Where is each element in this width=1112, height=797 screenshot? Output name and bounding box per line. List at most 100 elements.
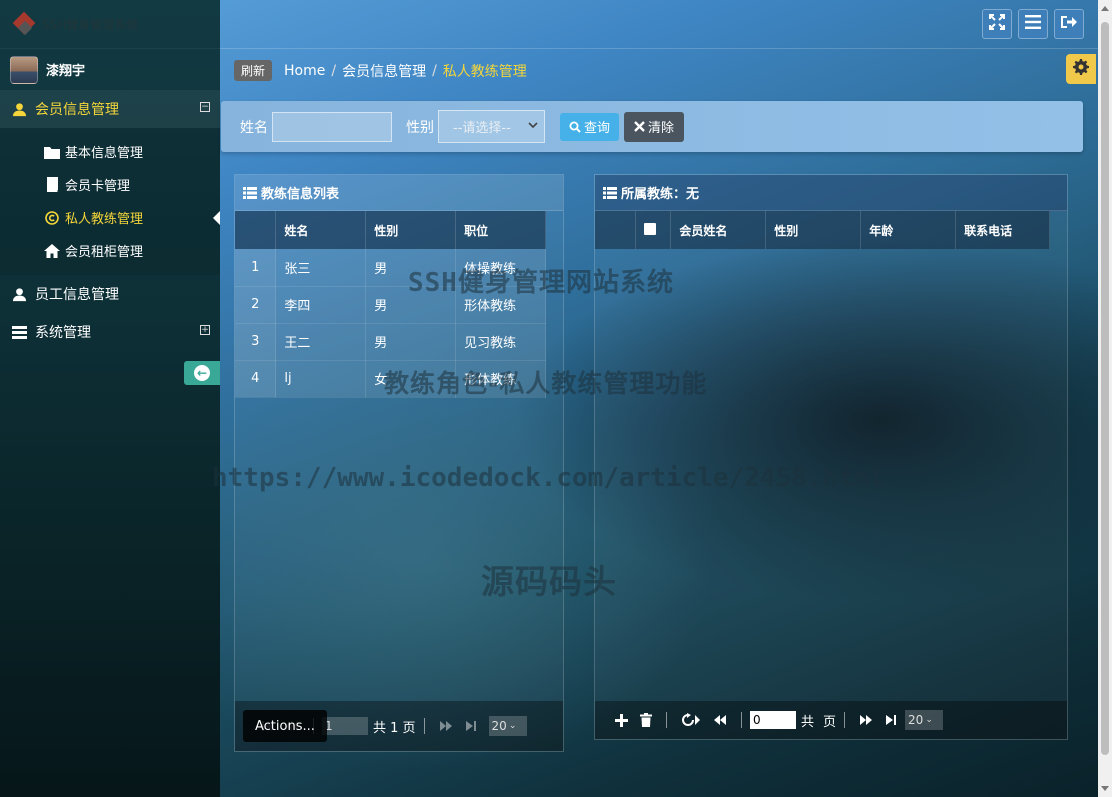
actions-popup[interactable]: Actions...	[243, 710, 327, 742]
scrollbar-thumb[interactable]	[1101, 22, 1109, 755]
submenu-member-info: 基本信息管理 会员卡管理 私人教练管理 会员租柜管理	[0, 128, 220, 275]
column-header-position[interactable]: 职位	[455, 211, 546, 249]
refresh-icon[interactable]	[681, 713, 701, 727]
clear-label: 清除	[648, 121, 675, 136]
cell-position: 形体教练	[455, 286, 546, 324]
menu-button[interactable]	[1018, 9, 1048, 39]
add-icon[interactable]	[615, 713, 628, 727]
clear-button[interactable]: 清除	[624, 111, 685, 142]
cell-gender: 男	[365, 323, 457, 361]
rownum-header	[235, 211, 277, 249]
table-row[interactable]: 2 李四 男 形体教练	[235, 286, 546, 324]
cell-gender: 男	[365, 249, 457, 287]
sidebar-group-staff-info[interactable]: 员工信息管理	[0, 275, 220, 313]
logo-icon	[12, 11, 38, 37]
query-button[interactable]: 查询	[560, 112, 620, 141]
name-label: 姓名	[240, 119, 268, 136]
book-icon	[44, 177, 60, 192]
fullscreen-icon	[989, 14, 1005, 34]
next-page-icon[interactable]	[439, 720, 453, 732]
sidebar-item-basic-info[interactable]: 基本信息管理	[0, 135, 220, 168]
sidebar-group-label: 会员信息管理	[35, 102, 119, 118]
column-header-member-name[interactable]: 会员姓名	[670, 211, 767, 249]
coach-list-panel: 教练信息列表 姓名 性别 职位 1 张三 男 体操教练 2 李四 男 形体教练	[234, 174, 564, 752]
sidebar-group-label: 员工信息管理	[35, 287, 119, 303]
logo-text: SSH健身管理系统	[42, 17, 139, 32]
column-header-phone[interactable]: 联系电话	[955, 211, 1050, 249]
select-all-header[interactable]	[635, 211, 672, 249]
page-scrollbar[interactable]	[1098, 0, 1112, 797]
member-table: 会员姓名 性别 年龄 联系电话	[595, 211, 1050, 249]
column-header-gender[interactable]: 性别	[765, 211, 862, 249]
sidebar-group-system[interactable]: 系统管理 +	[0, 313, 220, 351]
coach-table: 姓名 性别 职位 1 张三 男 体操教练 2 李四 男 形体教练 3 王二 男	[235, 211, 546, 398]
gender-select-value: --请选择--	[453, 121, 511, 136]
page-size-select[interactable]: 20 ⌄	[905, 710, 944, 730]
user-icon	[10, 102, 28, 117]
previous-page-icon[interactable]	[713, 714, 727, 726]
close-icon	[634, 121, 645, 132]
breadcrumb-separator: /	[331, 62, 337, 79]
cell-position: 见习教练	[455, 323, 546, 361]
cell-gender: 男	[365, 286, 457, 324]
row-number: 4	[235, 360, 277, 398]
column-header-age[interactable]: 年龄	[860, 211, 957, 249]
scroll-up-icon[interactable]	[1101, 6, 1109, 11]
gender-select[interactable]: --请选择--	[438, 110, 545, 143]
sidebar-item-member-card[interactable]: 会员卡管理	[0, 168, 220, 201]
column-header-gender[interactable]: 性别	[365, 211, 457, 249]
avatar[interactable]	[10, 55, 38, 84]
coach-pager: 1 共 1 页 20 ⌄ Actions...	[235, 701, 563, 751]
search-bar: 姓名 性别 --请选择-- 查询 清除	[221, 101, 1083, 152]
page-total-text: 共 1 页	[373, 720, 416, 736]
breadcrumb-home[interactable]: Home	[284, 63, 325, 79]
next-page-icon[interactable]	[859, 714, 873, 726]
chevron-down-icon: ⌄	[508, 721, 517, 731]
table-row[interactable]: 1 张三 男 体操教练	[235, 249, 546, 287]
sidebar-item-private-coach[interactable]: 私人教练管理	[0, 201, 220, 234]
hamburger-icon	[1025, 15, 1041, 33]
coach-list-header: 教练信息列表	[235, 175, 563, 211]
sidebar: SSH健身管理系统 漆翔宇 会员信息管理 − 基本信息管理 会员卡管理 私人教练…	[0, 0, 220, 797]
user-name: 漆翔宇	[46, 64, 86, 79]
logout-icon	[1061, 15, 1077, 33]
settings-button[interactable]	[1066, 54, 1096, 84]
page-size-select[interactable]: 20 ⌄	[488, 716, 527, 736]
active-caret-icon	[213, 211, 220, 225]
name-input[interactable]	[272, 111, 392, 142]
folder-icon	[44, 145, 60, 159]
gender-label: 性别	[406, 119, 434, 136]
pager-separator	[666, 712, 667, 728]
collapse-sidebar-button[interactable]: ←	[184, 361, 220, 385]
sidebar-item-label: 会员租柜管理	[65, 245, 144, 260]
panel-title: 教练信息列表	[261, 187, 340, 202]
panel-title: 所属教练：无	[621, 187, 700, 202]
select-all-checkbox[interactable]	[644, 222, 657, 235]
list-icon	[243, 186, 257, 199]
trash-icon[interactable]	[640, 713, 652, 727]
breadcrumb: 刷新 Home / 会员信息管理 / 私人教练管理	[234, 60, 527, 81]
fullscreen-button[interactable]	[982, 9, 1012, 39]
collapse-toggle-icon[interactable]: −	[200, 102, 210, 112]
sidebar-item-locker[interactable]: 会员租柜管理	[0, 234, 220, 267]
last-page-icon[interactable]	[885, 714, 897, 726]
scroll-down-icon[interactable]	[1101, 786, 1109, 791]
page-number-input[interactable]: 0	[750, 711, 796, 729]
table-row[interactable]: 4 lj 女 形体教练	[235, 360, 546, 398]
table-row[interactable]: 3 王二 男 见习教练	[235, 323, 546, 361]
column-header-name[interactable]: 姓名	[275, 211, 367, 249]
page-number-input[interactable]: 1	[322, 717, 368, 735]
cell-position: 形体教练	[455, 360, 546, 398]
breadcrumb-member-info[interactable]: 会员信息管理	[342, 61, 426, 81]
logout-button[interactable]	[1054, 9, 1084, 39]
refresh-button[interactable]: 刷新	[234, 60, 273, 81]
list-icon	[603, 186, 617, 199]
page-size-value: 20	[908, 713, 924, 727]
sidebar-group-member-info[interactable]: 会员信息管理 −	[0, 90, 220, 128]
logo[interactable]: SSH健身管理系统	[0, 0, 220, 48]
expand-toggle-icon[interactable]: +	[200, 325, 210, 335]
member-pager: 0 共 页 20 ⌄	[595, 701, 1067, 739]
last-page-icon[interactable]	[465, 720, 477, 732]
breadcrumb-current: 私人教练管理	[442, 63, 527, 80]
user-row[interactable]: 漆翔宇	[0, 48, 220, 90]
